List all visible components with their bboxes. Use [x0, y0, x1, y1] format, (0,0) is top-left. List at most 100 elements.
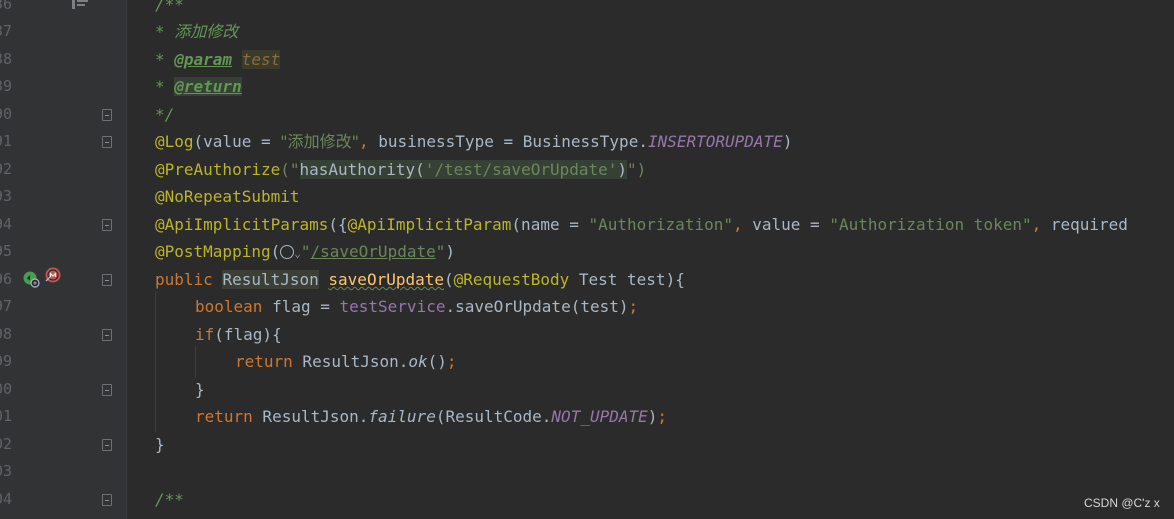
comment-star: *	[155, 50, 175, 69]
annotation-norepeatsubmit: @NoRepeatSubmit	[155, 187, 300, 206]
injected-language-text: )	[617, 160, 628, 179]
code-line: 99 return ResultJson.ok();	[0, 348, 1174, 375]
annotation-apiimplicitparams: @ApiImplicitParams	[155, 215, 329, 234]
injected-string: '/test/saveOrUpdate'	[424, 160, 618, 179]
code-line: 97 boolean flag = testService.saveOrUpda…	[0, 293, 1174, 320]
code-line: 39 * @return	[0, 73, 1174, 100]
code-text: .saveOrUpdate(test)	[445, 297, 629, 316]
code-text: (ResultCode.	[435, 407, 552, 426]
comment-text: 添加修改	[174, 22, 239, 41]
fold-marker-icon[interactable]	[102, 219, 112, 231]
fold-marker-icon[interactable]	[102, 384, 112, 396]
string-literal: "添加修改"	[280, 132, 359, 151]
code-text: ResultJson.	[252, 407, 369, 426]
static-method: ok	[408, 352, 428, 371]
line-number: 04	[0, 490, 13, 508]
code-line: 92 @PreAuthorize("hasAuthority('/test/sa…	[0, 156, 1174, 183]
code-text: flag =	[262, 297, 340, 316]
code-text: ()	[427, 352, 447, 371]
code-text: ResultJson.	[292, 352, 409, 371]
line-number: 92	[0, 160, 13, 178]
line-number: 38	[0, 50, 13, 68]
javadoc-param-tag: @param	[174, 50, 233, 69]
line-number: 36	[0, 0, 13, 13]
keyword-boolean: boolean	[195, 297, 263, 316]
string-quote: "	[300, 242, 311, 261]
request-path-link[interactable]: /saveOrUpdate	[311, 242, 436, 261]
code-line: 91 @Log(value = "添加修改", businessType = B…	[0, 128, 1174, 155]
line-number: 91	[0, 132, 13, 150]
code-editor[interactable]: 36 /** 37 * 添加修改 38 * @param test 39 * @…	[0, 0, 1174, 519]
string-quote: ("	[280, 160, 300, 179]
code-line: 00 }	[0, 376, 1174, 403]
doc-comment-open: /**	[155, 490, 184, 509]
semicolon: ;	[657, 407, 668, 426]
annotation-preauthorize: @PreAuthorize	[155, 160, 281, 179]
code-line: 02 }	[0, 431, 1174, 458]
fold-marker-icon[interactable]	[102, 109, 112, 121]
enum-constant: NOT_UPDATE	[551, 407, 648, 426]
endpoint-gutter-icon[interactable]	[44, 266, 62, 284]
string-literal: "Authorization token"	[829, 215, 1032, 234]
code-line: 90 */	[0, 101, 1174, 128]
keyword-return: return	[195, 407, 253, 426]
keyword-if: if	[195, 325, 215, 344]
watermark: CSDN @C'z x	[1084, 496, 1160, 510]
line-number: 97	[0, 297, 13, 315]
doc-comment-close: */	[155, 105, 175, 124]
chevron-down-icon[interactable]: ⌄	[294, 247, 301, 260]
run-gutter-icon[interactable]	[22, 270, 40, 288]
injected-language-text: hasAuthority(	[299, 160, 425, 179]
globe-icon[interactable]	[280, 245, 295, 259]
line-number: 39	[0, 77, 13, 95]
code-text: )	[647, 407, 658, 426]
comment-star: *	[155, 22, 175, 41]
enum-constant: INSERTORUPDATE	[647, 132, 783, 151]
string-quote: "	[435, 242, 446, 261]
closing-brace: }	[155, 435, 165, 454]
fold-marker-icon[interactable]	[102, 274, 112, 286]
code-line: 38 * @param test	[0, 46, 1174, 73]
code-line: 03	[0, 458, 1174, 485]
return-type: ResultJson	[222, 270, 319, 289]
code-line: 94 @ApiImplicitParams({@ApiImplicitParam…	[0, 211, 1174, 238]
line-number: 99	[0, 352, 13, 370]
string-literal: "Authorization"	[588, 215, 733, 234]
line-number: 98	[0, 325, 13, 343]
fold-marker-icon[interactable]	[102, 136, 112, 148]
comma: ,	[1031, 215, 1051, 234]
line-number: 03	[0, 462, 13, 480]
code-text: required	[1050, 215, 1128, 234]
code-line: 37 * 添加修改	[0, 18, 1174, 45]
code-text: Test test){	[569, 270, 685, 289]
line-number: 02	[0, 435, 13, 453]
annotation-log: @Log	[155, 132, 194, 151]
code-text: (	[444, 270, 454, 289]
fold-marker-icon[interactable]	[102, 439, 112, 451]
line-number: 00	[0, 380, 13, 398]
javadoc-param-name: test	[241, 50, 281, 69]
semicolon: ;	[446, 352, 457, 371]
field-reference: testService	[339, 297, 446, 316]
comma: ,	[358, 132, 379, 151]
code-text: )	[782, 132, 793, 151]
comma: ,	[732, 215, 753, 234]
code-text: )	[445, 242, 456, 261]
annotation-postmapping: @PostMapping	[155, 242, 271, 261]
fold-marker-icon[interactable]	[102, 329, 112, 341]
semicolon: ;	[628, 297, 639, 316]
line-number: 90	[0, 105, 13, 123]
line-number: 01	[0, 407, 13, 425]
code-line: 01 return ResultJson.failure(ResultCode.…	[0, 403, 1174, 430]
fold-marker-icon[interactable]	[102, 494, 112, 506]
line-number: 95	[0, 242, 13, 260]
keyword-public: public	[155, 270, 213, 289]
code-line: 96 public ResultJson saveOrUpdate(@Reque…	[0, 266, 1174, 293]
code-text: businessType = BusinessType.	[378, 132, 648, 151]
javadoc-return-tag: @return	[174, 77, 242, 96]
comment-star: *	[155, 77, 175, 96]
method-name[interactable]: saveOrUpdate	[328, 270, 444, 289]
code-text: ({	[328, 215, 348, 234]
code-text: (value =	[193, 132, 281, 151]
